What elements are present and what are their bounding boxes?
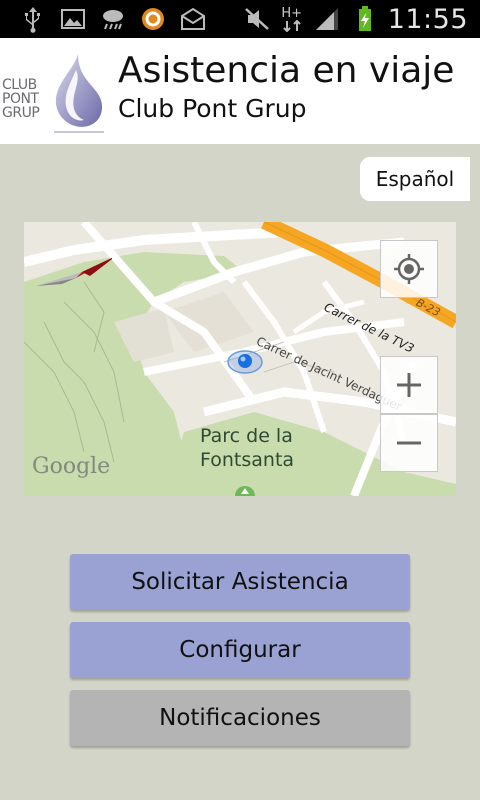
clock: 11:55: [387, 3, 468, 35]
language-button[interactable]: Español: [360, 157, 470, 201]
plus-icon: [397, 373, 421, 397]
my-location-marker: [227, 350, 263, 374]
park-icon: [235, 486, 255, 496]
notification-icons: [18, 4, 208, 34]
battery-icon: [350, 4, 380, 34]
logo-drop-icon: [54, 54, 104, 133]
my-location-button[interactable]: [380, 240, 438, 298]
zoom-out-button[interactable]: [380, 414, 438, 472]
status-bar: H+ 11:55: [0, 0, 480, 38]
image-icon: [58, 4, 88, 34]
app-icon: [138, 4, 168, 34]
app-header: CLUB PONT GRUP Asistencia en viaje Club …: [0, 38, 480, 144]
system-icons: H+ 11:55: [242, 2, 468, 36]
mute-icon: [242, 4, 272, 34]
minus-icon: [397, 441, 421, 445]
notifications-button[interactable]: Notificaciones: [70, 690, 410, 746]
request-assistance-button[interactable]: Solicitar Asistencia: [70, 554, 410, 610]
map-view[interactable]: Carrer de Jacint Verdaguer Carrer de la …: [24, 222, 456, 496]
crosshair-icon: [394, 254, 424, 284]
weather-icon: [98, 4, 128, 34]
compass-icon[interactable]: [32, 252, 112, 292]
google-attribution: Google: [32, 454, 111, 479]
logo-text: CLUB PONT GRUP: [2, 77, 40, 121]
app-subtitle: Club Pont Grup: [118, 94, 307, 123]
network-icon: H+: [280, 4, 304, 34]
park-label: Parc de la Fontsanta: [200, 425, 295, 471]
usb-icon: [18, 4, 48, 34]
configure-button[interactable]: Configurar: [70, 622, 410, 678]
app-title: Asistencia en viaje: [118, 50, 455, 91]
signal-icon: [312, 4, 342, 34]
email-icon: [178, 4, 208, 34]
club-pont-grup-logo: CLUB PONT GRUP: [0, 50, 108, 136]
zoom-in-button[interactable]: [380, 356, 438, 414]
